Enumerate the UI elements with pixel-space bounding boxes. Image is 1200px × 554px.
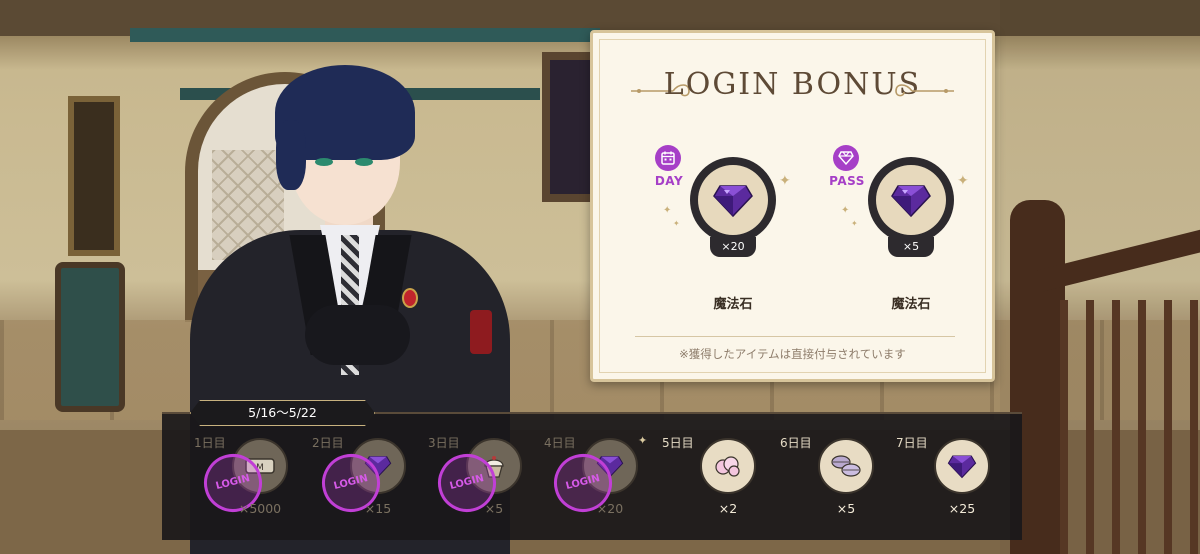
character-hair-side <box>276 120 306 190</box>
pass-tag-label: PASS <box>829 174 865 188</box>
day-label: 2日目 <box>312 436 344 450</box>
day-label: 6日目 <box>780 436 812 450</box>
title-flourish-right-icon <box>895 84 954 97</box>
pass-reward-quantity: ×5 <box>888 237 934 257</box>
character-armband <box>470 310 492 354</box>
day-quantity: ×2 <box>718 501 738 516</box>
calendar-icon <box>655 145 681 171</box>
pink-cotton-icon <box>715 456 740 477</box>
card-divider <box>635 336 955 337</box>
sparkle-icon: ✦ <box>841 205 850 216</box>
magic-gem-icon <box>947 455 977 479</box>
pass-reward-medal <box>868 157 954 243</box>
magic-gem-icon <box>891 185 931 218</box>
day-label: 1日目 <box>194 436 226 450</box>
login-stamp-text: LOGIN <box>564 472 602 493</box>
day-reward-name: 魔法石 <box>713 297 753 312</box>
login-stamp-text: LOGIN <box>332 472 370 493</box>
day-quantity: ×5 <box>836 501 856 516</box>
sparkle-icon: ✦ <box>779 173 791 189</box>
day-slot-3: 3日目 LOGIN ×5 <box>426 424 544 534</box>
day-reward-medal <box>690 157 776 243</box>
character-gloved-hands <box>305 305 410 365</box>
delivery-note: ※獲得したアイテムは直接付与されています <box>679 347 906 361</box>
day-tag-label: DAY <box>654 174 684 188</box>
character-eye-left <box>315 158 333 166</box>
pass-reward-medal-inner <box>876 165 946 235</box>
ceiling-trim <box>130 28 600 42</box>
day-quantity: ×20 <box>596 501 624 516</box>
day-quantity: ×15 <box>364 501 392 516</box>
pass-reward: PASS ×5 ✦ ✦ ✦ 魔法石 <box>811 145 981 312</box>
day-label: 4日目 <box>544 436 576 450</box>
day-reward-medal-inner <box>698 165 768 235</box>
day-slot-7: 7日目 ×25 <box>894 424 1012 534</box>
day-quantity: ×5000 <box>238 501 282 516</box>
macaron-icon <box>831 455 861 477</box>
character-brooch <box>402 288 418 308</box>
character-eye-right <box>355 158 373 166</box>
sparkle-icon: ✦ <box>851 219 858 228</box>
day-slot-6: 6日目 ×5 <box>778 424 896 534</box>
day-label: 7日目 <box>896 436 928 450</box>
day-slot-2: 2日目 LOGIN ×15 <box>310 424 428 534</box>
diamond-icon <box>833 145 859 171</box>
wall-painting-left <box>68 96 120 256</box>
day-reward-quantity: ×20 <box>710 237 756 257</box>
day-quantity: ×5 <box>484 501 504 516</box>
scene-shade <box>1000 0 1200 554</box>
day-label: 5日目 <box>662 436 694 450</box>
sparkle-icon: ✦ <box>957 173 969 189</box>
green-chair <box>55 262 125 412</box>
login-stamp-text: LOGIN <box>214 472 252 493</box>
day-medal <box>934 438 990 494</box>
login-stamp-text: LOGIN <box>448 472 486 493</box>
day-slot-5: 5日目 ×2 <box>660 424 778 534</box>
day-reward: DAY ×20 ✦ ✦ ✦ 魔法石 <box>633 145 803 312</box>
date-range-tab: 5/16～5/22 <box>190 400 375 426</box>
day-label: 3日目 <box>428 436 460 450</box>
sparkle-icon: ✦ <box>638 434 648 447</box>
day-medal <box>700 438 756 494</box>
day-quantity: ×25 <box>948 501 976 516</box>
day-slot-1: 1日目 M LOGIN ×5000 <box>192 424 310 534</box>
sparkle-icon: ✦ <box>673 219 680 228</box>
day-medal <box>818 438 874 494</box>
day-slot-4: 4日目 ✦ LOGIN ×20 <box>542 424 660 534</box>
magic-gem-icon <box>713 185 753 218</box>
sparkle-icon: ✦ <box>663 205 672 216</box>
pass-reward-name: 魔法石 <box>891 297 931 312</box>
login-bonus-card: LOGIN BONUS DAY ×20 ✦ ✦ ✦ 魔法石 PASS ×5 ✦ … <box>590 30 995 382</box>
